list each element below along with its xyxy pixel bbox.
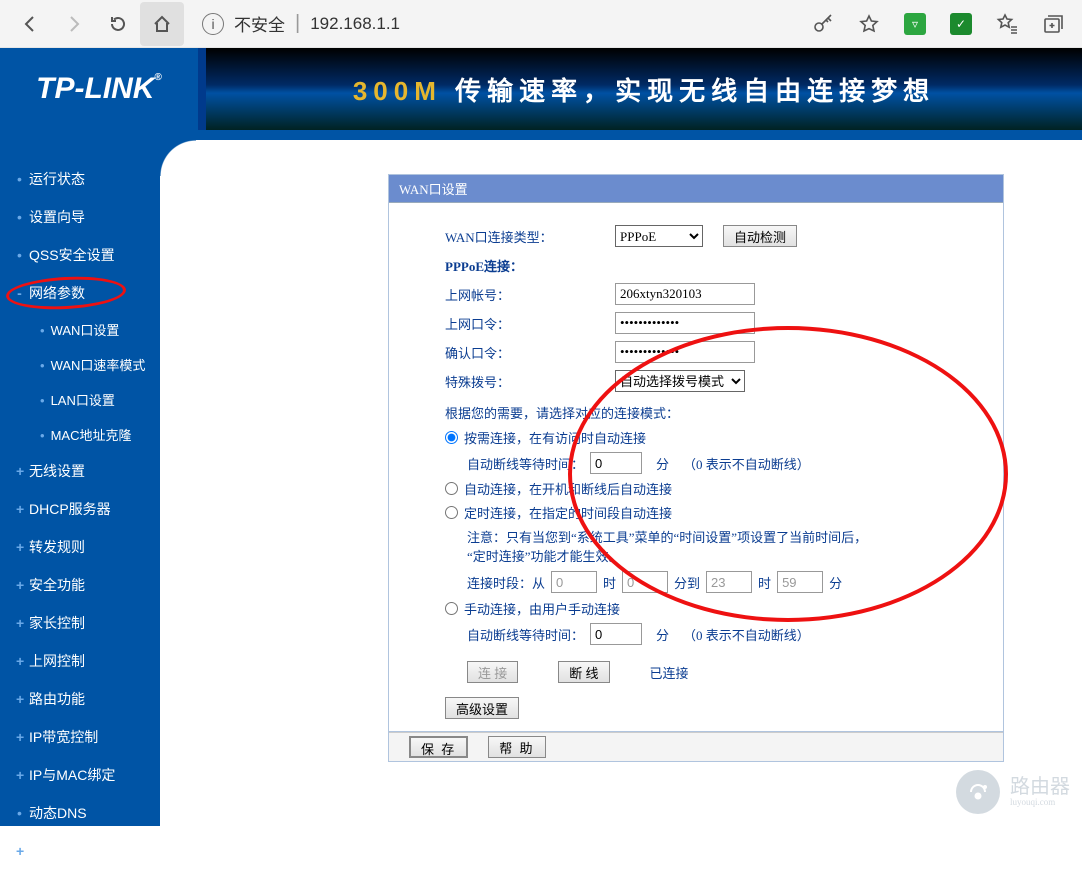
forward-button[interactable] — [52, 2, 96, 46]
sidebar-item-routing[interactable]: 路由功能 — [0, 680, 160, 718]
sidebar-item-qss[interactable]: QSS安全设置 — [0, 236, 160, 274]
mode-auto-radio[interactable] — [445, 482, 458, 495]
sidebar-sub-wan-speed[interactable]: WAN口速率模式 — [0, 347, 160, 382]
sidebar-item-forward[interactable]: 转发规则 — [0, 528, 160, 566]
back-button[interactable] — [8, 2, 52, 46]
sidebar-item-wizard[interactable]: 设置向导 — [0, 198, 160, 236]
sidebar-item-access[interactable]: 上网控制 — [0, 642, 160, 680]
home-button[interactable] — [140, 2, 184, 46]
mode-manual-radio[interactable] — [445, 602, 458, 615]
help-button[interactable]: 帮 助 — [488, 736, 545, 758]
content-area: WAN口设置 WAN口连接类型： PPPoE 自动检测 PPPoE连接： 上网帐… — [160, 140, 1082, 826]
sidebar-item-bandwidth[interactable]: IP带宽控制 — [0, 718, 160, 756]
address-bar[interactable]: i 不安全 | 192.168.1.1 — [202, 11, 802, 36]
special-dial-select[interactable]: 自动选择拨号模式 — [615, 370, 745, 392]
collections-icon[interactable] — [1042, 13, 1064, 35]
schedule-note-2: “定时连接”功能才能生效。 — [467, 546, 991, 565]
shield-icon-1[interactable]: ▿ — [904, 13, 926, 35]
favorites-list-icon[interactable] — [996, 13, 1018, 35]
url-text: 192.168.1.1 — [310, 14, 400, 34]
password-label: 上网口令： — [445, 314, 615, 333]
panel-title: WAN口设置 — [389, 175, 1003, 203]
panel-footer: 保 存 帮 助 — [389, 732, 1003, 761]
sidebar-item-parental[interactable]: 家长控制 — [0, 604, 160, 642]
schedule-to-hour[interactable] — [706, 571, 752, 593]
auto-disc-hint: （0 表示不自动断线） — [683, 454, 810, 473]
mode-manual-label: 手动连接，由用户手动连接 — [464, 599, 620, 618]
sidebar-sub-mac-clone[interactable]: MAC地址克隆 — [0, 417, 160, 452]
watermark-icon — [956, 770, 1000, 814]
schedule-note-1: 注意：只有当您到“系统工具”菜单的“时间设置”项设置了当前时间后， — [467, 527, 991, 546]
sidebar-item-status[interactable]: 运行状态 — [0, 160, 160, 198]
key-icon[interactable] — [812, 13, 834, 35]
save-button[interactable]: 保 存 — [409, 736, 468, 758]
chrome-icons: ▿ ✓ — [812, 13, 1074, 35]
schedule-from-min[interactable] — [622, 571, 668, 593]
shield-icon-2[interactable]: ✓ — [950, 13, 972, 35]
disconnect-button[interactable]: 断 线 — [558, 661, 609, 683]
connect-button[interactable]: 连 接 — [467, 661, 518, 683]
mode-auto-label: 自动连接，在开机和断线后自动连接 — [464, 479, 672, 498]
refresh-button[interactable] — [96, 2, 140, 46]
special-dial-label: 特殊拨号： — [445, 372, 615, 391]
page-header: TP-LINK® 300M 传输速率，实现无线自由连接梦想 — [0, 48, 1082, 130]
sidebar-item-network[interactable]: 网络参数 — [0, 274, 160, 312]
mode-on-demand-label: 按需连接，在有访问时自动连接 — [464, 428, 646, 447]
sidebar-item-system[interactable]: 系统工具 — [0, 832, 160, 870]
account-input[interactable] — [615, 283, 755, 305]
manual-wait-input[interactable] — [590, 623, 642, 645]
banner: 300M 传输速率，实现无线自由连接梦想 — [206, 48, 1082, 130]
logo: TP-LINK® — [0, 48, 198, 130]
browser-toolbar: i 不安全 | 192.168.1.1 ▿ ✓ — [0, 0, 1082, 48]
watermark: 路由器 luyouqi.com — [956, 770, 1070, 814]
auto-detect-button[interactable]: 自动检测 — [723, 225, 797, 247]
sidebar-item-dhcp[interactable]: DHCP服务器 — [0, 490, 160, 528]
confirm-password-input[interactable] — [615, 341, 755, 363]
schedule-from-hour[interactable] — [551, 571, 597, 593]
wan-settings-panel: WAN口设置 WAN口连接类型： PPPoE 自动检测 PPPoE连接： 上网帐… — [388, 174, 1004, 762]
mode-on-demand-radio[interactable] — [445, 431, 458, 444]
confirm-label: 确认口令： — [445, 343, 615, 362]
account-label: 上网帐号： — [445, 285, 615, 304]
sidebar-item-wireless[interactable]: 无线设置 — [0, 452, 160, 490]
content-corner — [160, 140, 196, 176]
insecure-label: 不安全 — [234, 11, 285, 36]
mode-instruction: 根据您的需要，请选择对应的连接模式： — [445, 403, 991, 422]
sidebar-sub-lan[interactable]: LAN口设置 — [0, 382, 160, 417]
mode-schedule-label: 定时连接，在指定的时间段自动连接 — [464, 503, 672, 522]
schedule-range-label: 连接时段：从 — [467, 573, 545, 592]
auto-disc-input[interactable] — [590, 452, 642, 474]
auto-disc-label: 自动断线等待时间： — [467, 454, 584, 473]
password-input[interactable] — [615, 312, 755, 334]
sidebar-item-ddns[interactable]: 动态DNS — [0, 794, 160, 832]
pppoe-heading: PPPoE连接： — [445, 256, 523, 275]
connection-status: 已连接 — [650, 663, 689, 682]
mode-schedule-radio[interactable] — [445, 506, 458, 519]
sidebar-item-security[interactable]: 安全功能 — [0, 566, 160, 604]
schedule-to-min[interactable] — [777, 571, 823, 593]
favorite-star-icon[interactable] — [858, 13, 880, 35]
conn-type-label: WAN口连接类型： — [445, 227, 615, 246]
conn-type-select[interactable]: PPPoE — [615, 225, 703, 247]
sidebar: 运行状态 设置向导 QSS安全设置 网络参数 WAN口设置 WAN口速率模式 L… — [0, 140, 160, 826]
sidebar-item-ipmac[interactable]: IP与MAC绑定 — [0, 756, 160, 794]
blue-bar — [0, 130, 1082, 140]
sidebar-sub-wan[interactable]: WAN口设置 — [0, 312, 160, 347]
info-icon: i — [202, 13, 224, 35]
advanced-button[interactable]: 高级设置 — [445, 697, 519, 719]
